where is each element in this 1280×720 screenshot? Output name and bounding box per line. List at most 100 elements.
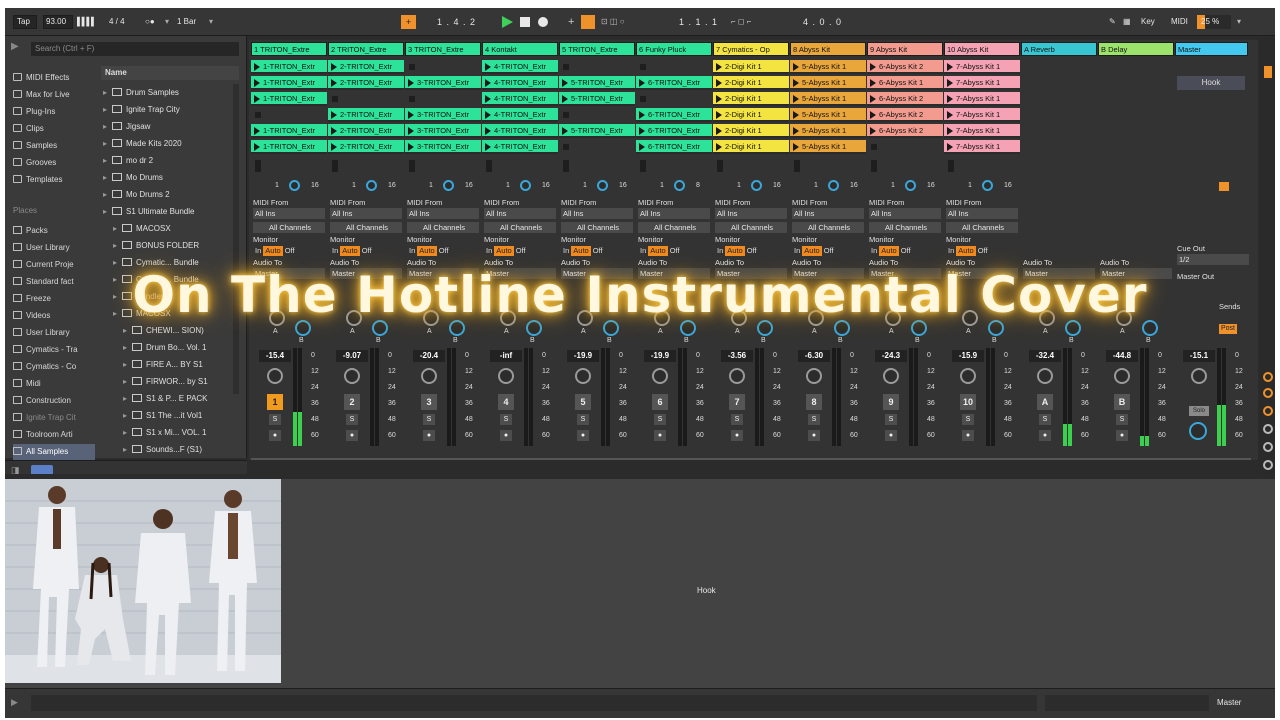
monitor-off-button[interactable]: Off xyxy=(283,246,297,256)
clip-slot[interactable]: 1-TRITON_Extr xyxy=(251,124,327,138)
clip-slot[interactable]: 2-Digi Kit 1 xyxy=(713,76,789,90)
groove-knob[interactable] xyxy=(674,180,685,191)
empty-slot-stop-icon[interactable] xyxy=(640,96,646,102)
clip-slot[interactable]: 5-Abyss Kit 1 xyxy=(790,60,866,74)
pan-knob[interactable] xyxy=(960,368,976,384)
track-activator-button[interactable]: 5 xyxy=(575,394,591,410)
clip-slot[interactable]: 3-TRITON_Extr xyxy=(405,140,481,154)
monitor-off-button[interactable]: Off xyxy=(899,246,913,256)
post-button[interactable]: Post xyxy=(1219,324,1238,334)
track-activator-button[interactable]: B xyxy=(1114,394,1130,410)
chevron-right-icon[interactable]: ▸ xyxy=(123,339,132,356)
bars-icon[interactable]: ▌▌▌▌ xyxy=(77,15,97,29)
monitor-in-button[interactable]: In xyxy=(638,246,648,256)
midi-from-select[interactable]: All Ins xyxy=(484,208,556,219)
pan-knob[interactable] xyxy=(1037,368,1053,384)
volume-readout[interactable]: -32.4 xyxy=(1029,350,1061,362)
returns-toggle-icon[interactable] xyxy=(1263,406,1273,416)
automation-arm-icon[interactable] xyxy=(581,15,595,29)
master-volume-readout[interactable]: -15.1 xyxy=(1183,350,1215,362)
solo-button[interactable]: S xyxy=(1116,414,1128,425)
clip-slot[interactable]: 7-Abyss Kit 1 xyxy=(944,140,1020,154)
clip-launch-icon[interactable] xyxy=(562,95,568,103)
solo-button[interactable]: S xyxy=(500,414,512,425)
clip-launch-icon[interactable] xyxy=(639,143,645,151)
empty-slot-stop-icon[interactable] xyxy=(409,96,415,102)
session-scrollbar[interactable] xyxy=(251,458,1251,460)
midi-channel-select[interactable]: All Channels xyxy=(869,222,941,233)
groove-knob[interactable] xyxy=(905,180,916,191)
clip-launch-icon[interactable] xyxy=(947,79,953,87)
solo-switch[interactable]: Solo xyxy=(1189,406,1209,416)
midi-channel-select[interactable]: All Channels xyxy=(253,222,325,233)
clip-launch-icon[interactable] xyxy=(870,111,876,119)
arm-button[interactable]: ● xyxy=(808,430,820,441)
clip-launch-icon[interactable] xyxy=(485,95,491,103)
track-activator-button[interactable]: 9 xyxy=(883,394,899,410)
clip-launch-icon[interactable] xyxy=(947,111,953,119)
arm-button[interactable]: ● xyxy=(885,430,897,441)
track-header[interactable]: 5 TRITON_Extre xyxy=(559,42,635,56)
track-activator-button[interactable]: 2 xyxy=(344,394,360,410)
clip-launch-icon[interactable] xyxy=(716,111,722,119)
clip-launch-icon[interactable] xyxy=(716,63,722,71)
volume-readout[interactable]: -44.8 xyxy=(1106,350,1138,362)
track-activator-button[interactable]: 1 xyxy=(267,394,283,410)
track-header[interactable]: 3 TRITON_Extre xyxy=(405,42,481,56)
cue-out-select[interactable]: 1/2 xyxy=(1177,254,1249,265)
empty-slot-stop-icon[interactable] xyxy=(563,64,569,70)
monitor-auto-button[interactable]: Auto xyxy=(879,246,899,256)
clip-slot[interactable]: 6-TRITON_Extr xyxy=(636,108,712,122)
chevron-right-icon[interactable]: ▸ xyxy=(103,203,112,220)
track-header[interactable]: 9 Abyss Kit xyxy=(867,42,943,56)
file-list-item[interactable]: ▸ mo dr 2 xyxy=(103,152,233,169)
file-list-item[interactable]: ▸ S1 The ...it Vol1 xyxy=(123,407,233,424)
chevron-right-icon[interactable]: ▸ xyxy=(123,441,132,458)
monitor-switch[interactable]: In Auto Off xyxy=(561,246,605,256)
clip-launch-icon[interactable] xyxy=(331,127,337,135)
pan-knob[interactable] xyxy=(421,368,437,384)
browser-category-item[interactable]: Templates xyxy=(13,172,95,187)
clip-slot[interactable]: 4-TRITON_Extr xyxy=(482,108,558,122)
solo-button[interactable]: S xyxy=(577,414,589,425)
follow-button[interactable]: + xyxy=(401,15,416,29)
clip-launch-icon[interactable] xyxy=(254,95,260,103)
arm-button[interactable]: ● xyxy=(962,430,974,441)
pan-knob[interactable] xyxy=(652,368,668,384)
clip-launch-icon[interactable] xyxy=(562,79,568,87)
midi-channel-select[interactable]: All Channels xyxy=(484,222,556,233)
file-list-item[interactable]: ▸ Sounds...F (S1) xyxy=(123,441,233,458)
volume-readout[interactable]: -3.56 xyxy=(721,350,753,362)
loop-start[interactable]: 1 . 1 . 1 xyxy=(679,15,718,29)
clip-slot[interactable]: 5-Abyss Kit 1 xyxy=(790,140,866,154)
chevron-right-icon[interactable]: ▸ xyxy=(123,407,132,424)
midi-from-select[interactable]: All Ins xyxy=(715,208,787,219)
midi-channel-select[interactable]: All Channels xyxy=(407,222,479,233)
file-list-item[interactable]: ▸ CHEWI... SION) xyxy=(123,322,233,339)
clip-launch-icon[interactable] xyxy=(485,63,491,71)
mixer-toggle-icon[interactable] xyxy=(1263,424,1273,434)
clip-slot[interactable]: 5-TRITON_Extr xyxy=(559,124,635,138)
clip-slot[interactable]: 2-Digi Kit 1 xyxy=(713,140,789,154)
browser-category-item[interactable]: Max for Live xyxy=(13,87,95,102)
clip-slot[interactable]: 2-TRITON_Extr xyxy=(328,60,404,74)
chevron-right-icon[interactable]: ▸ xyxy=(103,101,112,118)
clip-slot[interactable]: 4-TRITON_Extr xyxy=(482,60,558,74)
midi-channel-select[interactable]: All Channels xyxy=(561,222,633,233)
track-activator-button[interactable]: A xyxy=(1037,394,1053,410)
arm-button[interactable]: ● xyxy=(1039,430,1051,441)
play-icon[interactable] xyxy=(502,16,513,28)
solo-button[interactable]: S xyxy=(423,414,435,425)
clip-launch-icon[interactable] xyxy=(331,111,337,119)
monitor-off-button[interactable]: Off xyxy=(360,246,374,256)
pan-knob[interactable] xyxy=(883,368,899,384)
punch-icons[interactable]: ⌐ ◻ ⌐ xyxy=(731,15,751,29)
clip-launch-icon[interactable] xyxy=(639,79,645,87)
monitor-auto-button[interactable]: Auto xyxy=(571,246,591,256)
clip-slot[interactable]: 2-TRITON_Extr xyxy=(328,124,404,138)
monitor-in-button[interactable]: In xyxy=(561,246,571,256)
chevron-right-icon[interactable]: ▸ xyxy=(123,322,132,339)
clip-slot[interactable]: 6-TRITON_Extr xyxy=(636,140,712,154)
empty-slot-stop-icon[interactable] xyxy=(871,144,877,150)
file-list-item[interactable]: ▸ Drum Bo... Vol. 1 xyxy=(123,339,233,356)
